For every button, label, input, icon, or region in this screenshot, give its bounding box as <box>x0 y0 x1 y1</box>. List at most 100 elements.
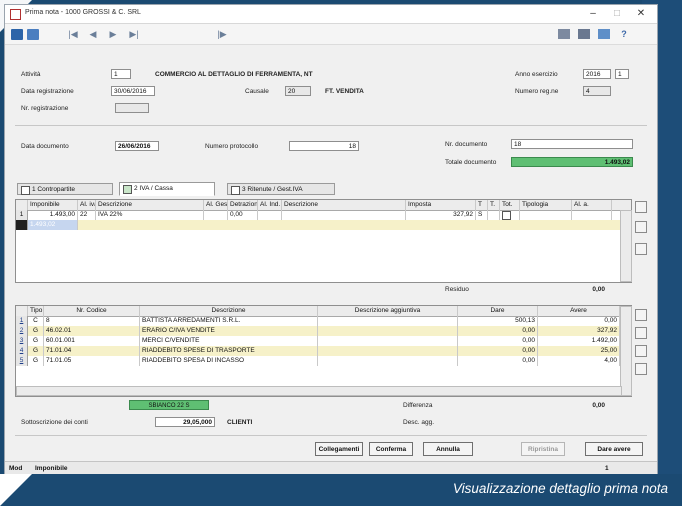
gestione-cell[interactable] <box>204 210 228 220</box>
descrizione-cell[interactable]: IVA 22% <box>96 210 204 220</box>
tipo-cell[interactable]: G <box>28 346 44 356</box>
avere-cell[interactable]: 1.492,00 <box>538 336 620 346</box>
nav-first-button[interactable]: |◀ <box>67 27 79 41</box>
descrizione2-cell[interactable] <box>282 210 406 220</box>
table-row[interactable]: 5 G 71.01.05 RIADDEBITO SPESA DI INCASSO… <box>16 356 620 366</box>
anno-esercizio-extra-field[interactable]: 1 <box>615 69 629 79</box>
nav-next-button[interactable]: ▶ <box>107 27 119 41</box>
save-icon[interactable] <box>11 29 23 40</box>
tipo-cell[interactable]: C <box>28 316 44 326</box>
vertical-scrollbar[interactable] <box>620 306 632 396</box>
nav-extra-button[interactable]: |▶ <box>215 27 229 41</box>
imponibile-cell[interactable]: 1.493,00 <box>28 210 78 220</box>
dare-cell[interactable]: 500,13 <box>458 316 538 326</box>
codice-cell[interactable]: 71.01.04 <box>44 346 140 356</box>
nav-prev-button[interactable]: ◀ <box>87 27 99 41</box>
tipo-cell[interactable]: G <box>28 336 44 346</box>
descrizione-cell[interactable]: BATTISTA ARREDAMENTI S.R.L. <box>140 316 318 326</box>
dare-cell[interactable]: 0,00 <box>458 336 538 346</box>
data-documento-field[interactable]: 26/06/2016 <box>115 141 159 151</box>
avere-cell[interactable]: 4,00 <box>538 356 620 366</box>
flag-cell[interactable]: S <box>476 210 488 220</box>
indetraibile-cell[interactable] <box>258 210 282 220</box>
grid-side-icon[interactable] <box>635 327 647 339</box>
descrizione-cell[interactable]: MERCI C/VENDITE <box>140 336 318 346</box>
codice-cell[interactable]: 8 <box>44 316 140 326</box>
table-row[interactable]: 2 G 46.02.01 ERARIO C/IVA VENDITE 0,00 3… <box>16 326 620 336</box>
table-row[interactable]: 1 1.493,00 22 IVA 22% 0,00 327,92 S <box>16 210 631 220</box>
imponibile-cell[interactable]: 1.493,02 <box>28 220 78 230</box>
avere-cell[interactable]: 0,00 <box>538 316 620 326</box>
avere-cell[interactable]: 327,92 <box>538 326 620 336</box>
vertical-scrollbar[interactable] <box>620 210 632 282</box>
descrizione-cell[interactable]: RIADDEBITO SPESA DI INCASSO <box>140 356 318 366</box>
anno-esercizio-field[interactable]: 2016 <box>583 69 611 79</box>
table-row[interactable]: 4 G 71.01.04 RIADDEBITO SPESE DI TRASPOR… <box>16 346 620 356</box>
codice-cell[interactable]: 60.01.001 <box>44 336 140 346</box>
print-icon[interactable] <box>558 29 570 39</box>
row-number[interactable]: 3 <box>16 336 28 346</box>
dare-cell[interactable]: 0,00 <box>458 326 538 336</box>
close-button[interactable]: ✕ <box>633 7 649 21</box>
dare-cell[interactable]: 0,00 <box>458 356 538 366</box>
imposta-cell[interactable]: 327,92 <box>406 210 476 220</box>
export-icon[interactable] <box>598 29 610 39</box>
row-number[interactable]: 2 <box>16 326 28 336</box>
table-row[interactable]: 1 C 8 BATTISTA ARREDAMENTI S.R.L. 500,13… <box>16 316 620 326</box>
nr-registrazione-field[interactable] <box>115 103 149 113</box>
horizontal-scrollbar[interactable] <box>16 386 622 396</box>
numero-reg-field[interactable]: 4 <box>583 86 611 96</box>
table-row[interactable]: 1.493,02 <box>16 220 620 230</box>
maximize-button[interactable]: □ <box>609 7 625 21</box>
codice-cell[interactable]: 46.02.01 <box>44 326 140 336</box>
attivita-field[interactable]: 1 <box>111 69 131 79</box>
collegamenti-button[interactable]: Collegamenti <box>315 442 363 456</box>
descrizione-aggiuntiva-cell[interactable] <box>318 336 458 346</box>
tipo-cell[interactable]: G <box>28 326 44 336</box>
descrizione-aggiuntiva-cell[interactable] <box>318 356 458 366</box>
annulla-button[interactable]: Annulla <box>423 442 473 456</box>
checkbox-icon[interactable] <box>502 211 511 220</box>
causale-field[interactable]: 20 <box>285 86 311 96</box>
descrizione-aggiuntiva-cell[interactable] <box>318 346 458 356</box>
tab-ritenute[interactable]: 3 Ritenute / Gest.IVA <box>227 183 335 195</box>
checkbox-cell[interactable] <box>500 210 520 220</box>
minimize-button[interactable]: – <box>585 7 601 21</box>
row-number[interactable]: 1 <box>16 316 28 326</box>
ripristina-button[interactable]: Ripristina <box>521 442 565 456</box>
row-number[interactable]: 5 <box>16 356 28 366</box>
sottoconto-field[interactable]: 29,05,000 <box>155 417 215 427</box>
avere-cell[interactable]: 25,00 <box>538 346 620 356</box>
grid-side-icon[interactable] <box>635 309 647 321</box>
detrazione-cell[interactable]: 0,00 <box>228 210 258 220</box>
aliq-a-cell[interactable] <box>572 210 612 220</box>
nr-documento-field[interactable]: 18 <box>511 139 633 149</box>
dare-avere-button[interactable]: Dare avere <box>585 442 643 456</box>
grid-side-icon[interactable] <box>635 243 647 255</box>
descrizione-aggiuntiva-cell[interactable] <box>318 316 458 326</box>
descrizione-cell[interactable]: ERARIO C/IVA VENDITE <box>140 326 318 336</box>
tipo-cell[interactable]: G <box>28 356 44 366</box>
aliquota-cell[interactable]: 22 <box>78 210 96 220</box>
tipologia-cell[interactable] <box>520 210 572 220</box>
conferma-button[interactable]: Conferma <box>369 442 413 456</box>
new-record-icon[interactable] <box>27 29 39 40</box>
grid-side-icon[interactable] <box>635 201 647 213</box>
numero-protocollo-field[interactable]: 18 <box>289 141 359 151</box>
grid-side-icon[interactable] <box>635 345 647 357</box>
descrizione-aggiuntiva-cell[interactable] <box>318 326 458 336</box>
grid-side-icon[interactable] <box>635 363 647 375</box>
descrizione-cell[interactable]: RIADDEBITO SPESE DI TRASPORTE <box>140 346 318 356</box>
data-registrazione-field[interactable]: 30/06/2016 <box>111 86 155 96</box>
dare-cell[interactable]: 0,00 <box>458 346 538 356</box>
nav-last-button[interactable]: ▶| <box>127 27 141 41</box>
tab-contropartite[interactable]: 1 Contropartite <box>17 183 113 195</box>
codice-cell[interactable]: 71.01.05 <box>44 356 140 366</box>
help-icon[interactable]: ? <box>619 27 629 41</box>
printer-icon[interactable] <box>578 29 590 39</box>
grid-side-icon[interactable] <box>635 221 647 233</box>
table-row[interactable]: 3 G 60.01.001 MERCI C/VENDITE 0,00 1.492… <box>16 336 620 346</box>
tab-iva-cassa[interactable]: 2 IVA / Cassa <box>119 182 215 196</box>
row-number[interactable]: 4 <box>16 346 28 356</box>
flag2-cell[interactable] <box>488 210 500 220</box>
